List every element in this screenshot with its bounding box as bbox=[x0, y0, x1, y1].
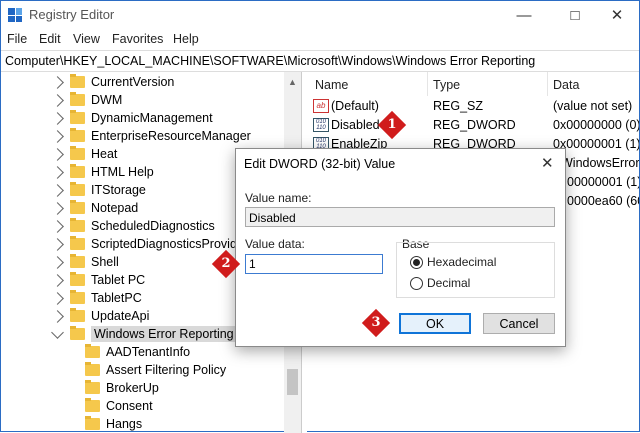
decimal-label[interactable]: Decimal bbox=[427, 276, 470, 290]
window-title: Registry Editor bbox=[29, 7, 115, 22]
column-header-data[interactable]: Data bbox=[553, 78, 579, 92]
tree-child-aadtenantinfo[interactable]: AADTenantInfo bbox=[85, 343, 190, 361]
expand-chevron-icon[interactable] bbox=[51, 255, 64, 269]
expand-chevron-icon[interactable] bbox=[51, 291, 64, 305]
value-name-label: Value name: bbox=[245, 191, 312, 205]
expand-chevron-icon[interactable] bbox=[51, 183, 64, 197]
folder-icon bbox=[70, 92, 85, 106]
tree-child-brokerup[interactable]: BrokerUp bbox=[85, 379, 159, 397]
tree-item-scheduleddiagnostics[interactable]: ScheduledDiagnostics bbox=[51, 217, 215, 235]
expand-chevron-icon[interactable] bbox=[51, 147, 64, 161]
folder-icon bbox=[70, 164, 85, 178]
tree-item-dwm[interactable]: DWM bbox=[51, 91, 122, 109]
hexadecimal-label[interactable]: Hexadecimal bbox=[427, 255, 496, 269]
expand-chevron-icon[interactable] bbox=[51, 129, 64, 143]
tree-item-itstorage[interactable]: ITStorage bbox=[51, 181, 146, 199]
expand-chevron-icon[interactable] bbox=[51, 273, 64, 287]
folder-icon bbox=[70, 218, 85, 232]
value-name-field: Disabled bbox=[245, 207, 555, 227]
folder-icon bbox=[70, 290, 85, 304]
selected-key-label: Windows Error Reporting bbox=[91, 326, 237, 342]
value-data-input[interactable] bbox=[245, 254, 383, 274]
collapse-chevron-icon[interactable] bbox=[51, 325, 64, 339]
column-separator[interactable] bbox=[547, 72, 548, 96]
tree-item-currentversion[interactable]: CurrentVersion bbox=[51, 73, 174, 91]
column-header-name[interactable]: Name bbox=[315, 78, 348, 92]
tree-item-dynamicmanagement[interactable]: DynamicManagement bbox=[51, 109, 213, 127]
folder-icon bbox=[70, 74, 85, 88]
folder-icon bbox=[70, 110, 85, 124]
expand-chevron-icon[interactable] bbox=[51, 201, 64, 215]
address-path: Computer\HKEY_LOCAL_MACHINE\SOFTWARE\Mic… bbox=[5, 54, 536, 68]
tree-item-scripteddiagnosticsprovider[interactable]: ScriptedDiagnosticsProvider bbox=[51, 235, 248, 253]
folder-icon bbox=[85, 416, 100, 430]
scroll-up-arrow-icon[interactable]: ▲ bbox=[288, 77, 297, 87]
close-button[interactable]: ✕ bbox=[594, 1, 640, 29]
scrollbar-thumb[interactable] bbox=[287, 369, 298, 395]
tree-item-enterpriseresourcemanager[interactable]: EnterpriseResourceManager bbox=[51, 127, 251, 145]
tree-child-consent[interactable]: Consent bbox=[85, 397, 153, 415]
folder-icon bbox=[85, 362, 100, 376]
base-group bbox=[396, 242, 555, 298]
tree-item-heat[interactable]: Heat bbox=[51, 145, 117, 163]
expand-chevron-icon[interactable] bbox=[51, 237, 64, 251]
expand-chevron-icon[interactable] bbox=[51, 309, 64, 323]
menu-file[interactable]: File bbox=[7, 32, 27, 46]
menu-edit[interactable]: Edit bbox=[39, 32, 61, 46]
value-data-label: Value data: bbox=[245, 237, 305, 251]
step-marker-1: 1 bbox=[377, 110, 407, 140]
expand-chevron-icon[interactable] bbox=[51, 111, 64, 125]
tree-child-assert-filtering-policy[interactable]: Assert Filtering Policy bbox=[85, 361, 226, 379]
minimize-button[interactable]: — bbox=[501, 1, 547, 29]
dialog-close-icon[interactable]: ✕ bbox=[541, 154, 554, 172]
expand-chevron-icon[interactable] bbox=[51, 93, 64, 107]
folder-icon bbox=[70, 272, 85, 286]
value-row-default[interactable]: ab (Default) REG_SZ (value not set) bbox=[307, 97, 639, 115]
tree-item-tabletpc[interactable]: TabletPC bbox=[51, 289, 142, 307]
folder-icon bbox=[85, 380, 100, 394]
registry-editor-window: Registry Editor — □ ✕ File Edit View Fav… bbox=[0, 0, 640, 433]
cancel-button[interactable]: Cancel bbox=[483, 313, 555, 334]
expand-chevron-icon[interactable] bbox=[51, 75, 64, 89]
dialog-title: Edit DWORD (32-bit) Value bbox=[244, 157, 396, 171]
menu-favorites[interactable]: Favorites bbox=[112, 32, 163, 46]
folder-icon bbox=[70, 308, 85, 322]
tree-item-windows-error-reporting[interactable]: Windows Error Reporting bbox=[51, 325, 237, 343]
folder-icon bbox=[85, 398, 100, 412]
menu-bar: File Edit View Favorites Help bbox=[1, 29, 639, 49]
folder-icon bbox=[70, 128, 85, 142]
tree-item-shell[interactable]: Shell bbox=[51, 253, 119, 271]
folder-icon bbox=[70, 254, 85, 268]
tree-child-hangs[interactable]: Hangs bbox=[85, 415, 142, 433]
expand-chevron-icon[interactable] bbox=[51, 219, 64, 233]
value-row-disabled[interactable]: 010 110 Disabled REG_DWORD 0x00000000 (0) bbox=[307, 116, 639, 134]
tree-item-tablet-pc[interactable]: Tablet PC bbox=[51, 271, 145, 289]
menu-help[interactable]: Help bbox=[173, 32, 199, 46]
folder-icon bbox=[70, 326, 85, 340]
folder-icon bbox=[70, 200, 85, 214]
column-header-type[interactable]: Type bbox=[433, 78, 460, 92]
string-value-icon: ab bbox=[313, 99, 329, 113]
tree-item-updateapi[interactable]: UpdateApi bbox=[51, 307, 149, 325]
registry-editor-icon bbox=[8, 8, 22, 22]
binary-value-icon: 010 110 bbox=[313, 118, 329, 132]
column-separator[interactable] bbox=[427, 72, 428, 96]
folder-icon bbox=[85, 344, 100, 358]
expand-chevron-icon[interactable] bbox=[51, 165, 64, 179]
folder-icon bbox=[70, 236, 85, 250]
menu-view[interactable]: View bbox=[73, 32, 100, 46]
title-bar[interactable]: Registry Editor — □ ✕ bbox=[1, 1, 639, 29]
tree-item-html-help[interactable]: HTML Help bbox=[51, 163, 154, 181]
ok-button[interactable]: OK bbox=[399, 313, 471, 334]
address-bar[interactable]: Computer\HKEY_LOCAL_MACHINE\SOFTWARE\Mic… bbox=[1, 50, 639, 72]
hexadecimal-radio[interactable] bbox=[410, 256, 423, 269]
tree-item-notepad[interactable]: Notepad bbox=[51, 199, 138, 217]
maximize-button[interactable]: □ bbox=[552, 1, 598, 29]
folder-icon bbox=[70, 146, 85, 160]
step-marker-2: 2 bbox=[211, 249, 241, 279]
step-marker-3: 3 bbox=[361, 308, 391, 338]
decimal-radio[interactable] bbox=[410, 277, 423, 290]
folder-icon bbox=[70, 182, 85, 196]
edit-dword-dialog: Edit DWORD (32-bit) Value ✕ Value name: … bbox=[235, 148, 566, 347]
